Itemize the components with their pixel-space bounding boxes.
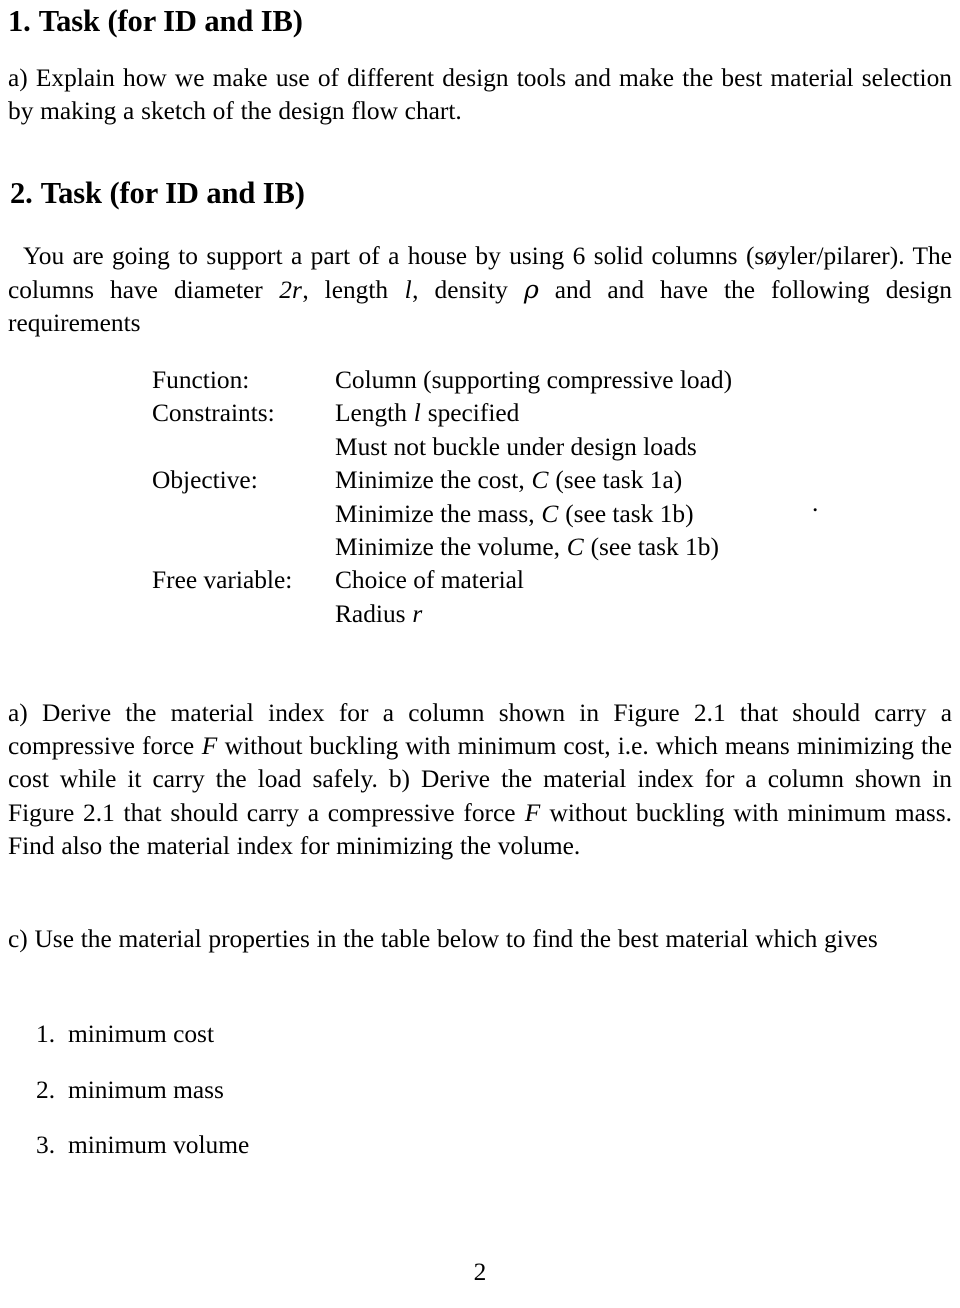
spec-value: Length l specified xyxy=(335,397,733,430)
math-diameter-2r: 2r xyxy=(279,276,302,305)
list-item-number: 2. xyxy=(36,1075,56,1104)
spec-value: Minimize the cost, C (see task 1a) xyxy=(335,464,733,497)
table-row: Objective: Minimize the cost, C (see tas… xyxy=(152,464,733,497)
spec-value-pre: Length xyxy=(335,399,414,428)
spec-value-pre: Must not buckle under design loads xyxy=(335,432,697,461)
list-item: 2. minimum mass xyxy=(36,1074,249,1130)
table-row: Must not buckle under design loads xyxy=(152,431,733,464)
table-row: Minimize the mass, C (see task 1b) xyxy=(152,498,733,531)
spec-value-math: r xyxy=(412,599,423,628)
spec-value-math: C xyxy=(541,499,559,528)
list-item-label: minimum volume xyxy=(68,1131,250,1159)
spec-value-math xyxy=(732,366,733,394)
spec-label: Function: xyxy=(152,366,250,394)
list-item-label: minimum mass xyxy=(68,1075,224,1104)
spec-label xyxy=(152,531,335,564)
spec-label xyxy=(152,498,335,531)
stray-period-mark: . xyxy=(812,489,819,517)
table-row: Minimize the volume, C (see task 1b) xyxy=(152,531,733,564)
spec-value-post: (see task 1b) xyxy=(584,533,719,562)
spec-value-pre: Minimize the volume, xyxy=(335,533,567,562)
list-item: 3. minimum volume xyxy=(36,1129,249,1185)
spec-value-post: specified xyxy=(421,399,520,428)
task2-intro-part2: , length xyxy=(302,276,405,305)
spec-value: Must not buckle under design loads xyxy=(335,431,733,464)
spec-value: Choice of material xyxy=(335,564,733,597)
spec-label: Constraints: xyxy=(152,399,275,428)
spec-value-pre: Minimize the mass, xyxy=(335,499,541,528)
spec-table-body: Function: Column (supporting compressive… xyxy=(152,364,733,631)
task1-item-a-body: Explain how we make use of different des… xyxy=(8,64,953,126)
section-heading-1: 1. Task (for ID and IB) xyxy=(8,6,303,37)
task2-item-a-paragraph: a) Derive the material index for a colum… xyxy=(8,697,952,863)
task2-intro-part3: , density xyxy=(412,276,524,305)
spec-label: Free variable: xyxy=(152,566,293,595)
spec-value: Radius r xyxy=(335,598,733,631)
list-item-number: 1. xyxy=(36,1020,56,1048)
spec-value: Minimize the mass, C (see task 1b) xyxy=(335,498,733,531)
math-length-l: l xyxy=(404,276,412,305)
task1-item-a-text: a) xyxy=(8,64,28,92)
spec-table: Function: Column (supporting compressive… xyxy=(152,364,733,631)
spec-value-math: C xyxy=(566,533,584,562)
spec-value-post: (see task 1b) xyxy=(558,499,694,528)
spec-value-math: C xyxy=(531,466,549,495)
spec-label xyxy=(152,598,335,631)
task2-item-c-paragraph: c) Use the material properties in the ta… xyxy=(8,925,878,953)
spec-value-pre: Radius xyxy=(335,599,412,628)
spec-value-pre: Minimize the cost, xyxy=(335,466,532,495)
minimization-criteria-list: 1. minimum cost 2. minimum mass 3. minimum … xyxy=(36,1018,249,1185)
section-heading-2: 2. Task (for ID and IB) xyxy=(10,178,305,209)
spec-value-pre: Column (supporting compressive load) xyxy=(335,366,733,394)
list-item-number: 3. xyxy=(36,1131,56,1159)
task1-item-a-paragraph: a) Explain how we make use of different … xyxy=(8,62,952,128)
table-row: Radius r xyxy=(152,598,733,631)
spec-label: Objective: xyxy=(152,466,258,495)
document-page: 1. Task (for ID and IB) a) Explain how we… xyxy=(0,0,960,1308)
spec-value-math xyxy=(524,566,525,594)
math-force-F-first: F xyxy=(201,732,218,761)
table-row: Free variable: Choice of material xyxy=(152,564,733,597)
spec-value: Minimize the volume, C (see task 1b) xyxy=(335,531,733,564)
math-density-rho: ρ xyxy=(523,274,539,305)
list-item-label: minimum cost xyxy=(68,1020,214,1048)
design-requirements-table: Function: Column (supporting compressive… xyxy=(152,364,733,631)
section-heading-2-number: 2. xyxy=(10,176,33,210)
spec-value-math xyxy=(697,433,698,461)
table-row: Constraints: Length l specified xyxy=(152,397,733,430)
spec-value-pre: Choice of material xyxy=(335,566,524,595)
list-item: 1. minimum cost xyxy=(36,1018,249,1074)
spec-label xyxy=(152,431,335,464)
task2-intro-paragraph: You are going to support a part of a hou… xyxy=(8,240,952,341)
section-heading-1-title: Task (for ID and IB) xyxy=(38,4,303,38)
math-force-F-second: F xyxy=(524,798,541,827)
section-heading-2-title: Task (for ID and IB) xyxy=(40,176,305,210)
table-row: Function: Column (supporting compressive… xyxy=(152,364,733,397)
page-number: 2 xyxy=(473,1258,487,1286)
spec-value: Column (supporting compressive load) xyxy=(335,364,733,397)
spec-value-post: (see task 1a) xyxy=(548,466,683,495)
section-heading-1-number: 1. xyxy=(8,4,31,38)
